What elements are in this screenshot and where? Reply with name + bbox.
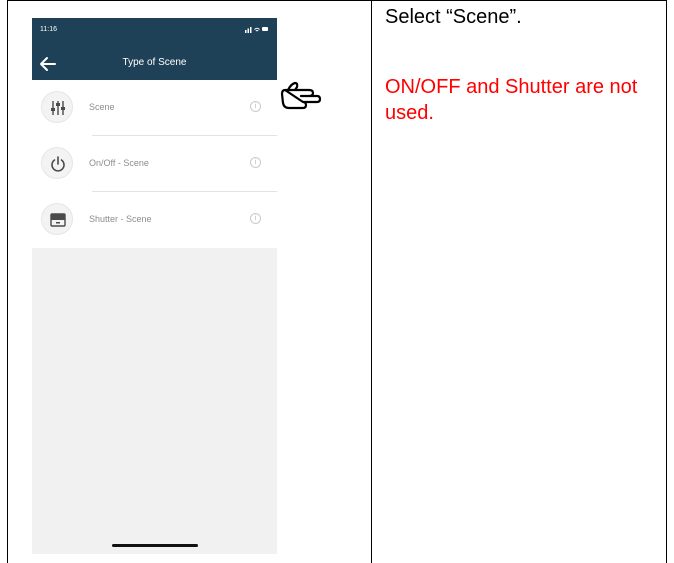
scene-type-label: On/Off - Scene bbox=[89, 158, 149, 168]
power-icon bbox=[41, 147, 73, 179]
scene-type-label: Scene bbox=[89, 102, 115, 112]
info-icon[interactable]: i bbox=[250, 157, 261, 168]
frame-top-border bbox=[7, 0, 667, 1]
status-indicators-icon bbox=[245, 25, 269, 35]
frame-divider bbox=[371, 0, 372, 563]
instruction-select: Select “Scene”. bbox=[385, 6, 522, 28]
scene-type-list: Scene i On/Off - Scene i Shutter - Scene… bbox=[32, 80, 277, 248]
home-indicator bbox=[112, 544, 198, 547]
info-icon[interactable]: i bbox=[250, 213, 261, 224]
scene-type-option-on-off[interactable]: On/Off - Scene i bbox=[32, 136, 277, 192]
frame-left-border bbox=[7, 0, 8, 563]
screen-title: Type of Scene bbox=[122, 57, 187, 68]
pointing-hand-icon bbox=[279, 78, 327, 119]
info-icon[interactable]: i bbox=[250, 101, 261, 112]
phone-screenshot: 11:16 Type of Scene Scene i On/Off - Sce… bbox=[32, 18, 277, 554]
frame-right-border bbox=[666, 0, 667, 563]
sliders-icon bbox=[41, 91, 73, 123]
status-time: 11:16 bbox=[40, 26, 57, 33]
scene-type-option-scene[interactable]: Scene i bbox=[32, 80, 277, 136]
scene-type-label: Shutter - Scene bbox=[89, 214, 152, 224]
shutter-icon bbox=[41, 203, 73, 235]
status-bar: 11:16 bbox=[32, 18, 277, 42]
instruction-note: ON/OFF and Shutter are not used. bbox=[385, 76, 638, 124]
scene-type-option-shutter[interactable]: Shutter - Scene i bbox=[32, 192, 277, 248]
